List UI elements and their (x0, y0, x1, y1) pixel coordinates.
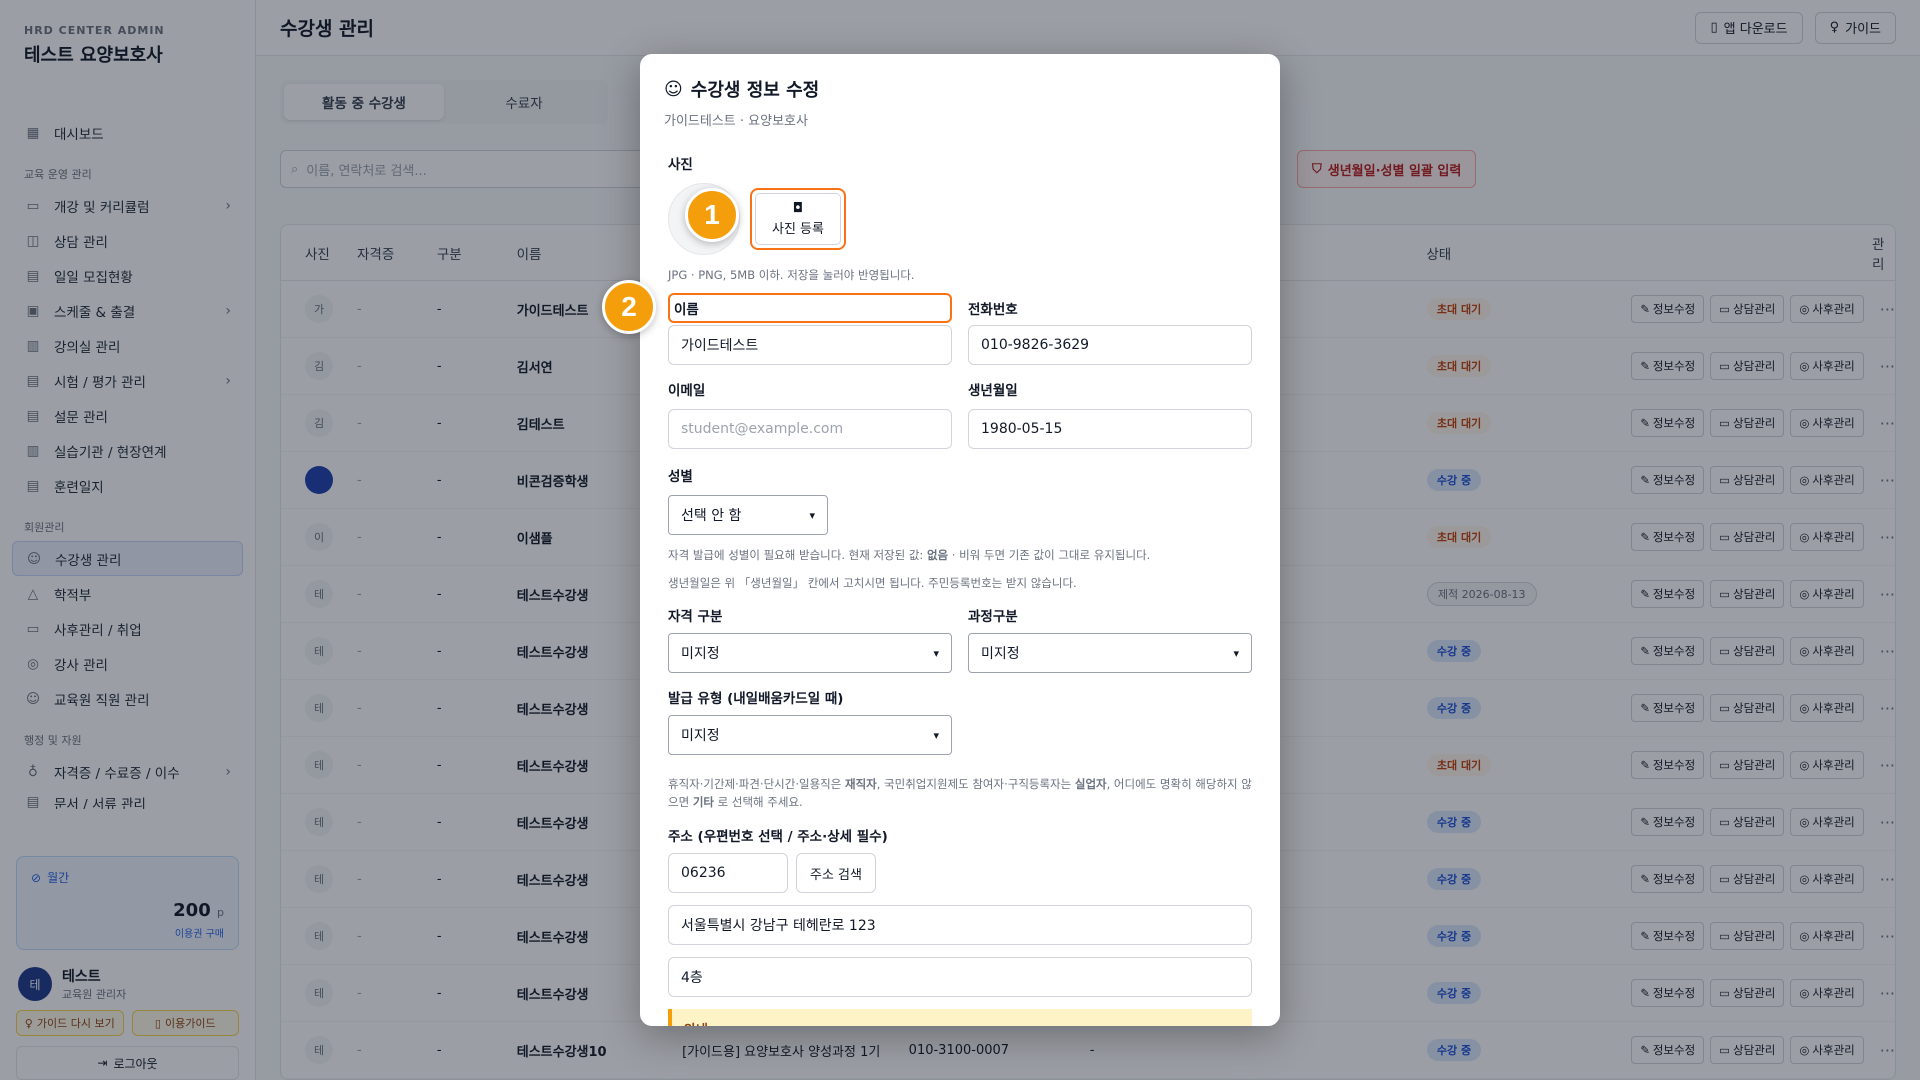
course-type-select[interactable]: 미지정 ▾ (968, 633, 1252, 673)
name-input[interactable]: 가이드테스트 (668, 325, 952, 365)
name-phone-row: 이름 가이드테스트 전화번호 010-9826-3629 (668, 293, 1252, 365)
chevron-down-icon: ▾ (809, 508, 815, 522)
gender-section: 성별 선택 안 함 ▾ 자격 발급에 성별이 필요해 받습니다. 현재 저장된 값… (668, 465, 1252, 591)
course-type-select-value: 미지정 (981, 646, 1020, 662)
employment-hint-text: 로 선택해 주세요. (714, 795, 803, 809)
gender-select[interactable]: 선택 안 함 ▾ (668, 495, 828, 535)
gender-label: 성별 (668, 469, 693, 485)
email-label: 이메일 (668, 383, 706, 399)
photo-upload-label: 사진 등록 (772, 222, 824, 237)
employment-hint-bold: 재직자 (844, 777, 877, 791)
photo-upload-highlight: ◘ 사진 등록 (750, 188, 846, 250)
address-search-button[interactable]: 주소 검색 (796, 853, 876, 893)
user-cog-icon: ☺ (664, 78, 683, 100)
address-input[interactable]: 서울특별시 강남구 테헤란로 123 (668, 905, 1252, 945)
chevron-down-icon: ▾ (1233, 646, 1239, 660)
gender-hint-text-2: · 비워 두면 기존 값이 그대로 유지됩니다. (948, 548, 1151, 562)
modal-body: 사진 ◘ 사진 등록 JPG · PNG, 5MB 이하. 저장을 눌러야 반영… (640, 153, 1280, 1026)
gender-hint: 자격 발급에 성별이 필요해 받습니다. 현재 저장된 값: 없음 · 비워 두… (668, 547, 1252, 563)
issue-label: 발급 유형 (내일배움카드일 때) (668, 691, 844, 707)
employment-hint: 휴직자·기간제·파견·단시간·일용직은 재직자, 국민취업지원제도 참여자·구직… (668, 775, 1252, 811)
birth-input[interactable]: 1980-05-15 (968, 409, 1252, 449)
gender-hint-text: 자격 발급에 성별이 필요해 받습니다. 현재 저장된 값: (668, 548, 927, 562)
photo-upload-button[interactable]: ◘ 사진 등록 (755, 193, 841, 245)
step-marker-2: 2 (602, 280, 656, 334)
zip-input[interactable]: 06236 (668, 853, 788, 893)
qual-course-row: 자격 구분 미지정 ▾ 과정구분 미지정 ▾ (668, 605, 1252, 673)
gender-hint-bold: 없음 (926, 548, 949, 562)
employment-hint-text: 휴직자·기간제·파견·단시간·일용직은 (668, 777, 845, 791)
modal-subtitle: 가이드테스트 · 요양보호사 (664, 114, 808, 129)
notice-box: 안내 (668, 1009, 1252, 1026)
issue-select-value: 미지정 (681, 728, 720, 744)
issue-select[interactable]: 미지정 ▾ (668, 715, 952, 755)
employment-hint-bold: 실업자 (1074, 777, 1107, 791)
course-type-label: 과정구분 (968, 609, 1018, 625)
qual-select[interactable]: 미지정 ▾ (668, 633, 952, 673)
birth-hint: 생년월일은 위 「생년월일」 칸에서 고치시면 됩니다. 주민등록번호는 받지 … (668, 576, 1077, 590)
gender-select-value: 선택 안 함 (681, 508, 742, 524)
modal-title-text: 수강생 정보 수정 (690, 80, 820, 101)
name-label: 이름 (674, 302, 699, 318)
modal-title: ☺ 수강생 정보 수정 (664, 76, 1256, 102)
qual-label: 자격 구분 (668, 609, 723, 625)
employment-hint-text: , 국민취업지원제도 참여자·구직등록자는 (876, 777, 1075, 791)
employment-hint-bold: 기타 (692, 795, 714, 809)
name-label-highlight: 이름 (668, 293, 952, 323)
edit-student-modal: ☺ 수강생 정보 수정 가이드테스트 · 요양보호사 사진 ◘ 사진 등록 JPG… (640, 54, 1280, 1026)
email-birth-row: 이메일 student@example.com 생년월일 1980-05-15 (668, 379, 1252, 449)
address-section: 주소 (우편번호 선택 / 주소·상세 필수) 06236 주소 검색 서울특별… (668, 825, 1252, 1026)
photo-row: ◘ 사진 등록 (668, 183, 1252, 255)
phone-label: 전화번호 (968, 302, 1018, 318)
birth-label: 생년월일 (968, 383, 1018, 399)
modal-header: ☺ 수강생 정보 수정 가이드테스트 · 요양보호사 (640, 54, 1280, 130)
step-marker-1: 1 (685, 188, 739, 242)
photo-label: 사진 (668, 157, 693, 173)
photo-hint: JPG · PNG, 5MB 이하. 저장을 눌러야 반영됩니다. (668, 268, 915, 282)
chevron-down-icon: ▾ (933, 646, 939, 660)
camera-icon: ◘ (792, 201, 804, 216)
phone-input[interactable]: 010-9826-3629 (968, 325, 1252, 365)
address-detail-input[interactable]: 4층 (668, 957, 1252, 997)
address-label: 주소 (우편번호 선택 / 주소·상세 필수) (668, 829, 888, 845)
issue-section: 발급 유형 (내일배움카드일 때) 미지정 ▾ (668, 687, 952, 755)
photo-section: 사진 ◘ 사진 등록 JPG · PNG, 5MB 이하. 저장을 눌러야 반영… (668, 153, 1252, 283)
email-input[interactable]: student@example.com (668, 409, 952, 449)
chevron-down-icon: ▾ (933, 728, 939, 742)
qual-select-value: 미지정 (681, 646, 720, 662)
